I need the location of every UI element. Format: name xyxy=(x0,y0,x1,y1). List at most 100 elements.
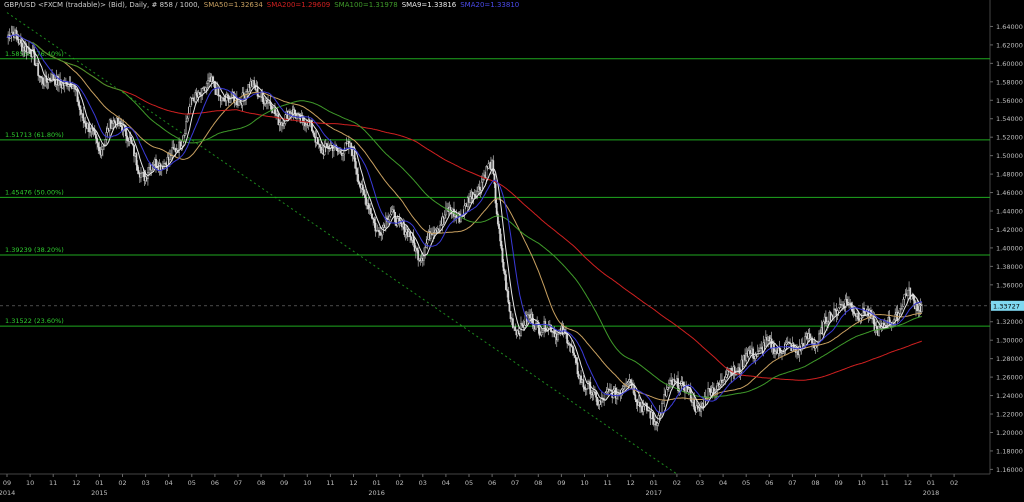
candle-body xyxy=(77,101,80,106)
candle xyxy=(584,384,587,396)
candle-body xyxy=(642,406,645,412)
candle xyxy=(323,140,326,156)
y-tick-label: 1.58000 xyxy=(996,78,1023,86)
candle-body xyxy=(137,170,140,174)
candle-body xyxy=(398,217,401,222)
candle xyxy=(155,154,157,173)
x-tick-label: 07 xyxy=(511,479,519,487)
candle xyxy=(33,45,36,66)
x-tick-label: 10 xyxy=(858,479,866,487)
candle-body xyxy=(752,348,755,359)
candle-body xyxy=(207,80,209,84)
y-tick-label: 1.38000 xyxy=(996,263,1023,271)
candle xyxy=(589,376,592,400)
y-tick-label: 1.28000 xyxy=(996,355,1023,363)
candle xyxy=(569,343,572,353)
candle-body xyxy=(572,346,574,354)
candle-body xyxy=(785,342,788,345)
x-tick-label: 01 xyxy=(372,479,380,487)
candle-body xyxy=(339,150,342,154)
candle xyxy=(656,422,659,432)
candle-body xyxy=(622,386,625,390)
candle-body xyxy=(651,411,654,420)
candle-body xyxy=(535,322,537,330)
candle-body xyxy=(357,174,360,183)
candle xyxy=(789,338,791,344)
candle-body xyxy=(696,405,699,408)
candle-body xyxy=(907,289,909,297)
candle-body xyxy=(424,247,427,255)
candle-body xyxy=(514,326,517,331)
x-tick-label: 09 xyxy=(834,479,842,487)
candle-body xyxy=(313,132,316,138)
x-tick-label: 08 xyxy=(534,479,542,487)
candle-body xyxy=(353,149,356,162)
candle-body xyxy=(439,225,442,231)
y-tick-label: 1.22000 xyxy=(996,411,1023,419)
candle xyxy=(566,333,569,349)
x-tick-label: 01 xyxy=(95,479,103,487)
candle-body xyxy=(875,325,878,329)
candle-body xyxy=(409,231,411,237)
candle xyxy=(645,402,648,414)
candle-body xyxy=(759,348,761,351)
candle xyxy=(10,25,13,42)
candle-body xyxy=(41,77,44,84)
candle-body xyxy=(93,130,96,135)
candle-body xyxy=(487,163,490,169)
candle xyxy=(463,199,466,220)
x-tick-label: 12 xyxy=(72,479,80,487)
candle-body xyxy=(845,299,848,303)
candle-body xyxy=(101,146,104,150)
candle-body xyxy=(223,97,226,101)
y-tick-label: 1.56000 xyxy=(996,97,1023,105)
candle-body xyxy=(544,321,547,332)
x-year-label: 2015 xyxy=(91,489,108,497)
x-tick-label: 04 xyxy=(442,479,450,487)
candle-body xyxy=(104,139,107,146)
candle-body xyxy=(700,407,703,412)
candle-body xyxy=(502,261,505,272)
candle-body xyxy=(449,206,452,211)
candle-body xyxy=(426,239,429,244)
candle xyxy=(45,71,48,89)
x-tick-label: 11 xyxy=(881,479,889,487)
x-tick-label: 05 xyxy=(465,479,473,487)
candle-body xyxy=(859,317,862,321)
candle-body xyxy=(885,324,887,327)
candle xyxy=(304,121,306,132)
candle-body xyxy=(323,147,326,155)
x-tick-label: 02 xyxy=(673,479,681,487)
candle xyxy=(665,383,668,398)
candle-body xyxy=(634,394,637,400)
candle-body xyxy=(707,388,709,399)
candle-body xyxy=(894,314,897,320)
candle-body xyxy=(492,160,495,174)
candle xyxy=(217,86,220,101)
price-chart[interactable]: 1.64000 1.62000 1.60000 1.58000 1.56000 1.540… xyxy=(0,0,1024,502)
candle-body xyxy=(361,184,364,190)
candle-body xyxy=(666,387,669,390)
candle xyxy=(220,97,223,106)
candle-body xyxy=(583,386,586,390)
candle-body xyxy=(665,388,668,397)
candle-body xyxy=(416,247,418,251)
candle-body xyxy=(211,76,214,83)
y-tick-label: 1.50000 xyxy=(996,152,1023,160)
candle-body xyxy=(82,113,85,121)
candle xyxy=(609,383,611,393)
candle-body xyxy=(37,63,40,76)
candle xyxy=(37,60,40,81)
candle xyxy=(824,310,827,327)
candle-body xyxy=(129,137,132,141)
candle-body xyxy=(662,399,664,404)
candle xyxy=(811,335,813,351)
x-tick-label: 12 xyxy=(349,479,357,487)
candle-body xyxy=(893,319,895,323)
y-tick-label: 1.54000 xyxy=(996,115,1023,123)
candle-body xyxy=(155,159,157,168)
candle-body xyxy=(901,305,904,309)
x-tick-label: 04 xyxy=(719,479,727,487)
candle xyxy=(700,400,703,418)
candle-body xyxy=(507,290,510,303)
